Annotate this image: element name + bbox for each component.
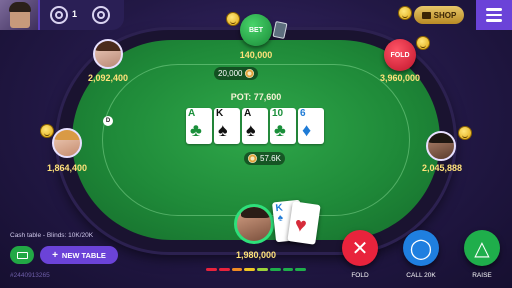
- shop-icon: [421, 11, 431, 19]
- hero-stack: 1,980,000: [235, 250, 277, 260]
- player-left-avatar[interactable]: [52, 128, 82, 158]
- player-right-avatar[interactable]: [426, 131, 456, 161]
- target-icon[interactable]: [92, 6, 110, 24]
- call-label: CALL 20K: [406, 272, 436, 279]
- table-info: Cash table - Blinds: 10K/20K: [10, 232, 94, 239]
- fold-label: FOLD: [351, 272, 369, 279]
- hero-card-2[interactable]: ♥: [287, 201, 321, 245]
- raise-icon: △: [474, 237, 490, 260]
- board-card-5: 6 ♦: [298, 108, 324, 144]
- player-top-right-action-badge: FOLD: [384, 39, 416, 71]
- chip-icon: [248, 154, 257, 163]
- pot-chips: 57.6K: [244, 152, 285, 165]
- turn-timer-bar: [206, 268, 306, 271]
- chip-icon: [245, 69, 255, 78]
- player-top-action-badge: BET: [240, 14, 272, 46]
- player-right-emoji-icon[interactable]: [458, 126, 472, 140]
- player-left-emoji-icon[interactable]: [40, 124, 54, 138]
- fold-button[interactable]: ✕: [342, 230, 378, 266]
- profile-avatar[interactable]: [0, 0, 40, 30]
- board-card-4: 10 ♣: [270, 108, 296, 144]
- new-table-label: NEW TABLE: [61, 250, 106, 260]
- shop-button[interactable]: SHOP: [414, 6, 464, 24]
- raise-button[interactable]: △: [464, 230, 500, 266]
- new-table-button[interactable]: + NEW TABLE: [40, 246, 118, 264]
- cash-icon: [16, 251, 28, 259]
- board-card-2: K ♠: [214, 108, 240, 144]
- level-count: 1: [72, 9, 78, 19]
- player-top-emoji-icon[interactable]: [226, 12, 240, 26]
- board-card-1: A ♣: [186, 108, 212, 144]
- player-left-stack: 1,864,400: [46, 163, 88, 173]
- plus-icon: +: [52, 249, 58, 261]
- hero-avatar[interactable]: [234, 204, 274, 244]
- player-top-right-emoji-icon[interactable]: [416, 36, 430, 50]
- shop-label: SHOP: [433, 10, 457, 20]
- level-icon[interactable]: [50, 6, 68, 24]
- player-top-right-stack: 3,960,000: [379, 73, 421, 83]
- cash-button[interactable]: [10, 246, 34, 264]
- emoji-icon[interactable]: [398, 6, 412, 20]
- hand-id: #2440913265: [10, 272, 50, 279]
- raise-label: RAISE: [472, 272, 492, 279]
- menu-icon: [486, 8, 502, 11]
- player-top-left-stack: 2,092,400: [87, 73, 129, 83]
- pot-label: POT: 77,600: [230, 92, 282, 102]
- dealer-button: D: [103, 116, 113, 126]
- call-icon: ◯: [409, 237, 433, 260]
- call-button[interactable]: ◯: [403, 230, 439, 266]
- board-card-3: A ♠: [242, 108, 268, 144]
- fold-icon: ✕: [351, 237, 369, 260]
- menu-button[interactable]: [476, 0, 512, 30]
- player-top-bet: 20,000: [214, 67, 259, 80]
- player-right-stack: 2,045,888: [421, 163, 463, 173]
- player-top-stack: 140,000: [239, 50, 273, 60]
- player-top-left-avatar[interactable]: [93, 39, 123, 69]
